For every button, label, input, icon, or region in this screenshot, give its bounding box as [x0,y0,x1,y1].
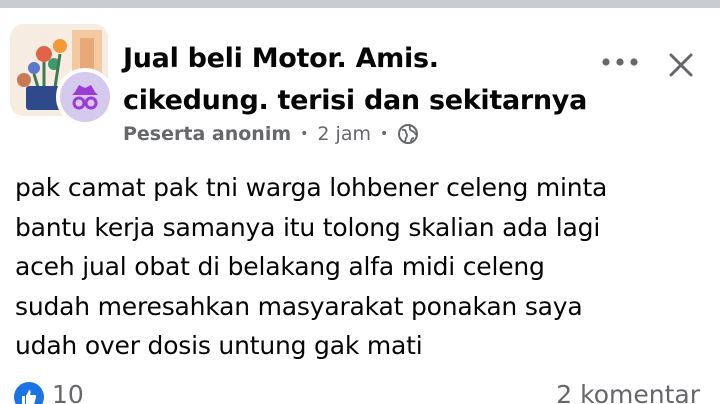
more-icon [602,58,638,66]
more-options-button[interactable] [598,48,644,76]
group-name-line-1[interactable]: Jual beli Motor. Amis. [123,38,593,80]
group-name-line-2[interactable]: cikedung. terisi dan sekitarnya [123,80,593,122]
close-button[interactable] [664,48,698,82]
thumbs-up-icon [22,390,37,404]
post-text-line: aceh jual obat di belakang alfa midi cel… [15,252,545,281]
post-text: pak camat pak tni warga lohbener celeng … [15,168,705,366]
close-icon [669,53,693,77]
post-text-line: bantu kerja samanya itu tolong skalian a… [15,212,601,242]
post-meta: Peserta anonim • 2 jam • [123,120,419,148]
post-header: Jual beli Motor. Amis. cikedung. terisi … [0,8,720,158]
top-divider [0,0,720,8]
post-time[interactable]: 2 jam [317,123,371,145]
reaction-bar: 10 2 komentar [0,372,720,404]
like-icon[interactable] [14,382,44,404]
globe-icon [398,124,419,144]
post-text-line: pak camat pak tni warga lohbener celeng … [15,173,608,202]
meta-separator: • [300,126,309,142]
comment-count[interactable]: 2 komentar [556,380,700,404]
post-text-line: udah over dosis untung gak mati [15,331,423,360]
anonymous-icon [72,85,98,110]
like-count[interactable]: 10 [52,380,84,404]
meta-separator-2: • [379,126,389,142]
post-text-line: sudah meresahkan masyarakat ponakan saya [15,291,583,321]
anonymous-badge [56,68,114,126]
author-role[interactable]: Peserta anonim [123,123,291,145]
group-name[interactable]: Jual beli Motor. Amis. cikedung. terisi … [123,38,593,122]
